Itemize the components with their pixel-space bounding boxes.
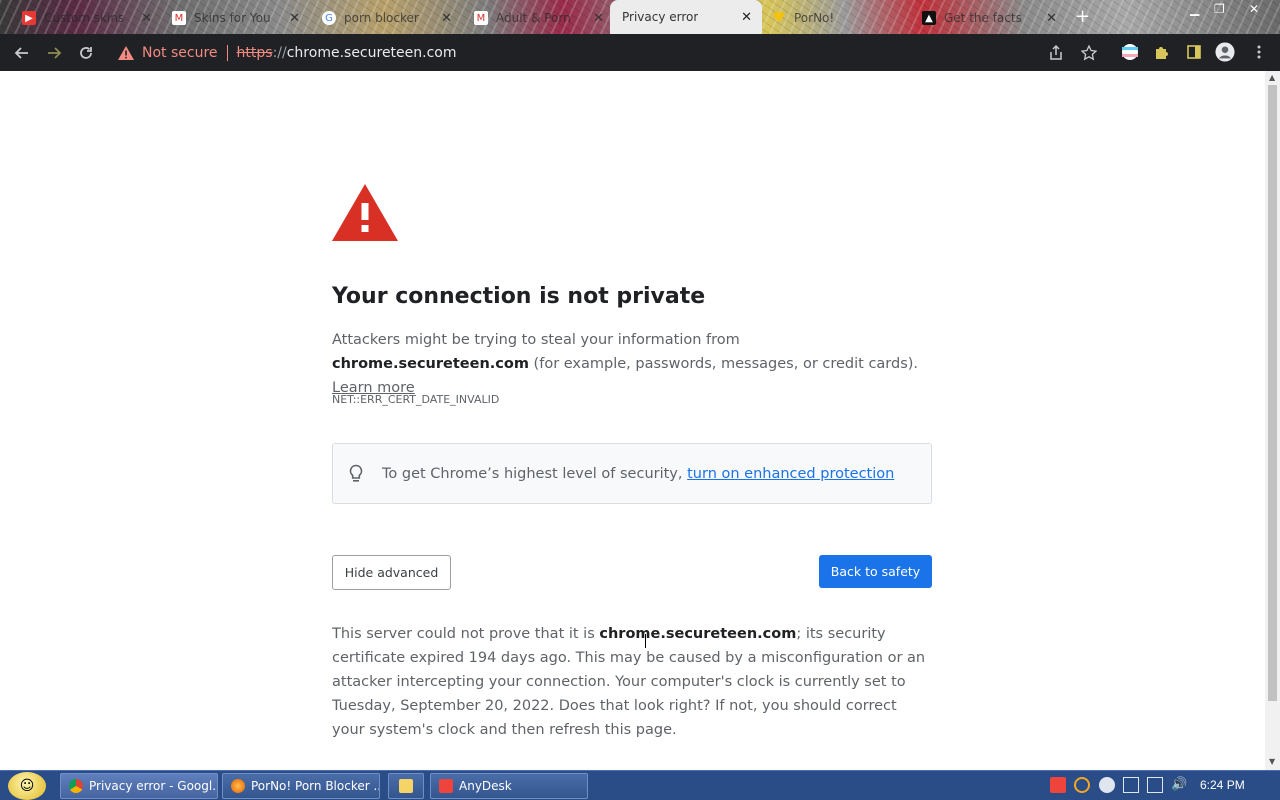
network-tray-icon[interactable] [1147,777,1163,793]
task-firefox[interactable]: PorNo! Porn Blocker ... [222,773,380,799]
gmail-icon: M [172,11,186,25]
error-code: NET::ERR_CERT_DATE_INVALID [332,393,500,406]
tab-skins-for-you[interactable]: M Skins for You ✕ [172,6,300,30]
task-label: Privacy error - Googl... [89,779,218,793]
intro-host: chrome.secureteen.com [332,356,529,372]
tab-title: Get the facts [944,11,1022,25]
new-tab-button[interactable]: + [1075,6,1090,27]
tab-title: PorNo! [794,11,835,25]
security-chip-label[interactable]: Not secure [142,45,218,61]
details-prefix: This server could not prove that it is [332,626,600,642]
tab-title: Custom skins [44,11,125,25]
tab-porno[interactable]: ♥ PorNo! [772,6,902,30]
warning-icon [118,45,134,60]
task-label: PorNo! Porn Blocker ... [251,779,380,793]
start-button[interactable]: ☺ [8,772,46,800]
kebab-menu-icon[interactable] [1249,42,1269,62]
enhanced-protection-text: To get Chrome’s highest level of securit… [382,466,894,482]
gmail-icon: M [474,11,488,25]
smiley-icon: ☺ [19,778,35,794]
page-content: Your connection is not private Attackers… [0,71,1265,770]
close-tab-icon[interactable]: ✕ [1046,11,1057,26]
youtube-kids-icon: ▶ [22,11,36,25]
task-chrome[interactable]: Privacy error - Googl... [60,773,218,799]
url-separator: :// [272,44,287,61]
extensions-puzzle-icon[interactable] [1152,42,1172,62]
folder-icon [399,779,413,793]
enhanced-protection-link[interactable]: turn on enhanced protection [687,466,894,482]
back-to-safety-button[interactable]: Back to safety [819,555,932,588]
account-avatar-icon[interactable] [1215,42,1235,62]
omnibox-separator [226,44,228,61]
task-explorer[interactable] [388,773,424,799]
enhanced-prefix: To get Chrome’s highest level of securit… [382,465,688,482]
status-tray-icon[interactable] [1099,777,1115,793]
chrome-icon [69,779,83,793]
tab-strip: ▶ Custom skins ✕ M Skins for You ✕ G por… [0,0,1280,34]
arrow-left-icon [14,47,28,59]
intro-text-suffix: (for example, passwords, messages, or cr… [528,356,919,372]
bookmark-star-icon[interactable] [1081,45,1097,61]
lightbulb-icon [349,464,363,482]
close-window-icon[interactable]: ✕ [1249,2,1259,16]
reload-icon [80,47,92,59]
scroll-up-icon[interactable]: ▲ [1269,73,1275,82]
close-tab-icon[interactable]: ✕ [289,11,300,26]
back-button[interactable] [11,42,33,64]
volume-tray-icon[interactable]: 🔊 [1171,777,1187,793]
heart-icon: ♥ [772,10,786,26]
address-bar[interactable]: Not secure https://chrome.secureteen.com [108,38,1104,67]
restore-icon[interactable]: ❐ [1214,2,1225,16]
tab-porn-blocker[interactable]: G porn blocker ✕ [322,6,452,30]
arrow-right-icon [48,47,62,59]
tab-adult-porn[interactable]: M Adult & Porn ✕ [474,6,604,30]
close-tab-icon[interactable]: ✕ [441,11,452,26]
search-tray-icon[interactable] [1074,777,1090,793]
text-cursor-icon [645,634,651,648]
close-tab-icon[interactable]: ✕ [741,10,752,25]
intro-text: Attackers might be trying to steal your … [332,332,740,348]
hide-advanced-button[interactable]: Hide advanced [332,555,451,590]
browser-toolbar: Not secure https://chrome.secureteen.com [0,34,1280,71]
details-suffix: ; its security certificate expired 194 d… [332,626,926,738]
url-host: chrome.secureteen.com [286,44,457,61]
share-icon[interactable] [1048,45,1064,61]
tab-get-the-facts[interactable]: ▲ Get the facts ✕ [922,6,1057,30]
site-icon: ▲ [922,11,936,25]
firefox-icon [231,779,245,793]
close-tab-icon[interactable]: ✕ [141,11,152,26]
details-host: chrome.secureteen.com [599,626,797,642]
advanced-details-text: This server could not prove that it is c… [332,622,932,742]
url-scheme: https [236,44,273,61]
error-description: Attackers might be trying to steal your … [332,328,932,400]
scroll-down-icon[interactable]: ▼ [1269,757,1275,766]
close-tab-icon[interactable]: ✕ [593,11,604,26]
os-taskbar: ☺ Privacy error - Googl... PorNo! Porn B… [0,770,1280,800]
system-clock[interactable]: 6:24 PM [1200,778,1245,792]
page-title: Your connection is not private [332,284,706,309]
anydesk-tray-icon[interactable] [1050,777,1066,793]
forward-button[interactable] [43,42,65,64]
tab-title: Adult & Porn [496,11,571,25]
reload-button[interactable] [75,42,97,64]
flag-tray-icon[interactable] [1123,777,1139,793]
tab-custom-skins[interactable]: ▶ Custom skins ✕ [22,6,152,30]
tab-title: Privacy error [622,10,699,24]
tab-title: porn blocker [344,11,419,25]
enhanced-protection-box: To get Chrome’s highest level of securit… [332,443,932,504]
tab-privacy-error[interactable]: Privacy error ✕ [610,0,762,34]
tab-title: Skins for You [194,11,271,25]
task-anydesk[interactable]: AnyDesk [430,773,588,799]
anydesk-icon [439,779,453,793]
task-label: AnyDesk [459,779,512,793]
google-icon: G [322,11,336,25]
scrollbar-thumb[interactable] [1268,85,1277,701]
warning-triangle-icon [332,184,398,241]
profile-flag-icon[interactable] [1120,42,1140,62]
side-panel-icon[interactable] [1184,42,1204,62]
minimize-icon[interactable]: ▁ [1190,2,1199,16]
page-scrollbar[interactable]: ▲ ▼ [1265,71,1280,770]
